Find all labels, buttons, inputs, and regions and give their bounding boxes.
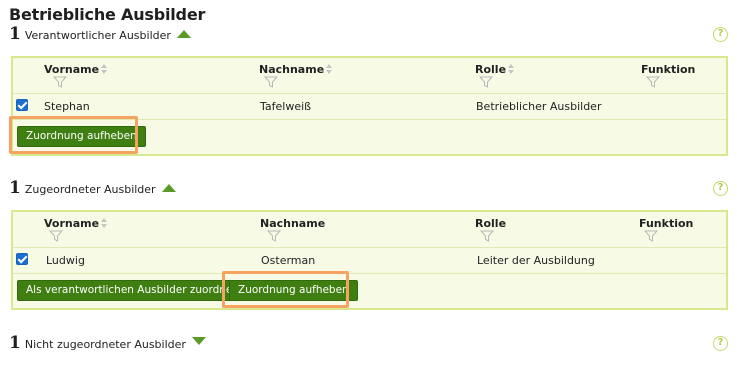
section-label: Nicht zugeordneter Ausbilder: [24, 338, 186, 351]
section-header-nicht-zugeordnet: 1 Nicht zugeordneter Ausbilder: [9, 333, 206, 353]
filter-icon[interactable]: [267, 230, 281, 242]
grid-header: Vorname Nachname Rolle Funktion: [13, 212, 726, 248]
grid-zugeordnet: Vorname Nachname Rolle Funktion Ludwig O…: [11, 210, 728, 310]
column-label: Vorname: [44, 217, 100, 230]
section-header-verantwortlich: 1 Verantwortlicher Ausbilder: [9, 24, 191, 44]
cell-nachname: Osterman: [261, 254, 316, 267]
column-label: Nachname: [259, 63, 325, 76]
assign-responsible-button[interactable]: Als verantwortlichen Ausbilder zuordnen: [17, 280, 249, 301]
help-icon[interactable]: ?: [713, 27, 728, 42]
filter-icon[interactable]: [479, 76, 493, 88]
section-count: 1: [9, 178, 21, 198]
column-label: Nachname: [260, 217, 326, 230]
chevron-up-icon[interactable]: [161, 184, 176, 192]
column-label: Rolle: [475, 63, 507, 76]
column-label: Funktion: [641, 63, 696, 76]
column-header-funktion[interactable]: Funktion: [641, 63, 695, 76]
row-checkbox[interactable]: [16, 99, 28, 111]
chevron-up-icon[interactable]: [176, 30, 191, 38]
cell-rolle: Betrieblicher Ausbilder: [476, 100, 602, 113]
column-label: Rolle: [475, 217, 507, 230]
filter-icon[interactable]: [480, 230, 494, 242]
section-header-zugeordnet: 1 Zugeordneter Ausbilder: [9, 178, 176, 198]
table-row[interactable]: Ludwig Osterman Leiter der Ausbildung: [13, 248, 726, 274]
section-count: 1: [9, 333, 21, 353]
filter-icon[interactable]: [49, 230, 63, 242]
chevron-down-icon[interactable]: [191, 337, 206, 345]
column-header-vorname[interactable]: Vorname: [44, 63, 108, 76]
column-header-nachname[interactable]: Nachname: [260, 217, 325, 230]
help-icon[interactable]: ?: [713, 181, 728, 196]
highlight-box: [9, 116, 138, 154]
column-header-nachname[interactable]: Nachname: [259, 63, 333, 76]
column-header-rolle[interactable]: Rolle: [475, 217, 506, 230]
grid-header: Vorname Nachname Rolle Funktion: [13, 58, 726, 94]
sort-icon[interactable]: [101, 64, 108, 74]
highlight-box: [222, 271, 349, 308]
filter-icon[interactable]: [646, 76, 660, 88]
section-label: Zugeordneter Ausbilder: [24, 183, 156, 196]
cell-rolle: Leiter der Ausbildung: [477, 254, 595, 267]
sort-icon[interactable]: [508, 64, 515, 74]
filter-icon[interactable]: [264, 76, 278, 88]
filter-icon[interactable]: [644, 230, 658, 242]
page-title: Betriebliche Ausbilder: [9, 5, 206, 24]
cell-nachname: Tafelweiß: [260, 100, 312, 113]
filter-icon[interactable]: [53, 76, 67, 88]
cell-vorname: Ludwig: [46, 254, 85, 267]
column-label: Vorname: [44, 63, 100, 76]
help-icon[interactable]: ?: [713, 336, 728, 351]
sort-icon[interactable]: [101, 218, 108, 228]
sort-icon[interactable]: [326, 64, 333, 74]
section-count: 1: [9, 24, 21, 44]
column-label: Funktion: [639, 217, 694, 230]
row-checkbox[interactable]: [16, 253, 28, 265]
column-header-rolle[interactable]: Rolle: [475, 63, 515, 76]
cell-vorname: Stephan: [44, 100, 90, 113]
column-header-vorname[interactable]: Vorname: [44, 217, 108, 230]
grid-actions: Als verantwortlichen Ausbilder zuordnen …: [13, 274, 726, 308]
section-label: Verantwortlicher Ausbilder: [24, 29, 171, 42]
column-header-funktion[interactable]: Funktion: [639, 217, 693, 230]
